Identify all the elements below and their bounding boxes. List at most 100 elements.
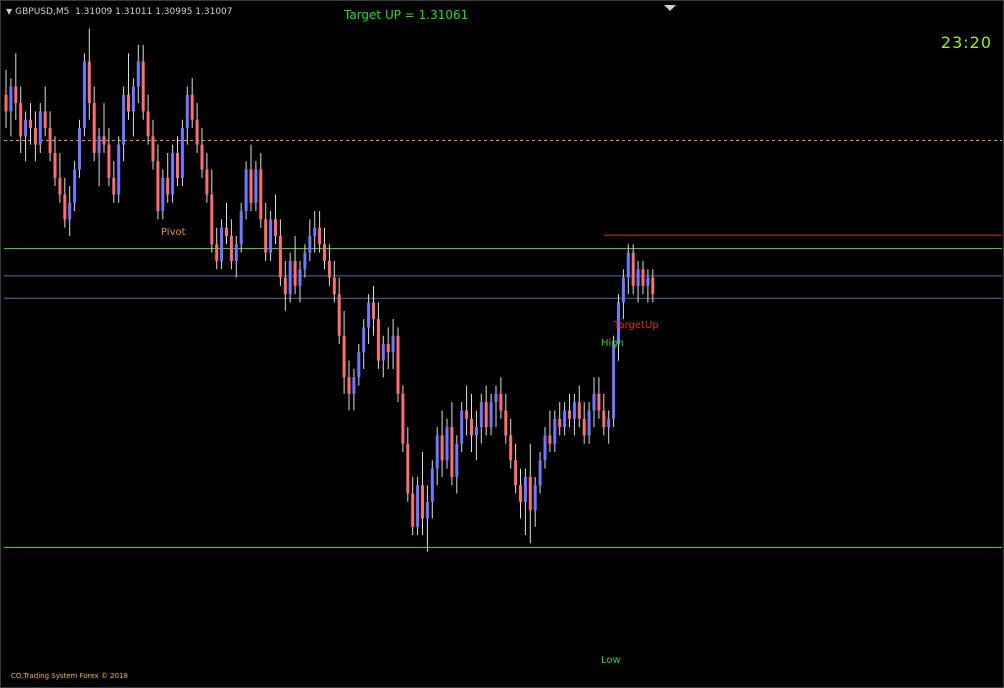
candle-body bbox=[151, 136, 155, 162]
candle-body bbox=[136, 61, 140, 87]
candle-body bbox=[156, 161, 160, 212]
candle-body bbox=[166, 177, 170, 195]
candle-body bbox=[283, 277, 287, 295]
candle-body bbox=[651, 277, 655, 295]
candle-body bbox=[440, 435, 444, 461]
candle-body bbox=[430, 468, 434, 502]
candle-body bbox=[78, 128, 81, 170]
candle-body bbox=[607, 418, 611, 428]
candle-body bbox=[63, 194, 67, 220]
candle-body bbox=[19, 103, 23, 137]
candle-body bbox=[509, 435, 513, 461]
candle-body bbox=[195, 119, 199, 145]
candle-body bbox=[416, 485, 420, 527]
chart-shift-marker-icon[interactable] bbox=[664, 5, 676, 11]
candle-body bbox=[337, 294, 341, 336]
candle-body bbox=[53, 152, 57, 178]
candle-body bbox=[112, 177, 116, 195]
candle-body bbox=[460, 410, 464, 444]
candle-body bbox=[4, 94, 8, 112]
candle-body bbox=[386, 344, 390, 353]
candle-body bbox=[376, 319, 380, 361]
candle-body bbox=[641, 269, 645, 286]
candle-body bbox=[396, 335, 400, 394]
candle-body bbox=[391, 335, 395, 353]
candle-body bbox=[342, 335, 346, 378]
symbol-header: ▼ GBPUSD,M5 1.31009 1.31011 1.30995 1.310… bbox=[6, 7, 233, 17]
candle-body bbox=[234, 244, 238, 261]
candle-body bbox=[533, 485, 537, 511]
candle-body bbox=[9, 86, 13, 112]
candle-body bbox=[479, 402, 483, 428]
candle-body bbox=[523, 476, 527, 502]
candle-body bbox=[612, 344, 616, 419]
ohlc-values: 1.31009 1.31011 1.30995 1.31007 bbox=[75, 7, 233, 17]
candle-body bbox=[425, 501, 429, 519]
candle-body bbox=[48, 128, 52, 153]
candle-body bbox=[494, 393, 498, 403]
candle-body bbox=[14, 86, 18, 104]
candle-body bbox=[558, 418, 562, 428]
pivot-label: Pivot bbox=[161, 227, 186, 238]
candle-body bbox=[210, 194, 214, 245]
dropdown-triangle-icon[interactable]: ▼ bbox=[6, 7, 12, 16]
candle-body bbox=[229, 236, 233, 261]
candle-body bbox=[239, 211, 243, 245]
candle-body bbox=[180, 128, 184, 178]
candle-body bbox=[362, 327, 366, 353]
candle-body bbox=[543, 435, 547, 461]
candle-body bbox=[631, 252, 635, 286]
candle-body bbox=[33, 128, 37, 145]
candle-body bbox=[445, 427, 449, 461]
target-up-label: TargetUp bbox=[614, 320, 659, 331]
candle-body bbox=[269, 219, 273, 253]
candle-body bbox=[122, 94, 126, 145]
candle-body bbox=[185, 94, 189, 128]
candle-body bbox=[411, 493, 415, 527]
candle-body bbox=[68, 202, 72, 220]
candle-body bbox=[602, 410, 606, 428]
candle-body bbox=[528, 476, 532, 511]
candle-body bbox=[484, 402, 488, 428]
candle-body bbox=[249, 169, 253, 203]
candle-body bbox=[97, 136, 101, 153]
candle-body bbox=[43, 111, 47, 128]
candle-body bbox=[367, 302, 371, 328]
candle-body bbox=[568, 410, 571, 419]
candle-body bbox=[102, 136, 106, 145]
chart-window[interactable]: ▼ GBPUSD,M5 1.31009 1.31011 1.30995 1.310… bbox=[0, 0, 1004, 688]
candle-body bbox=[636, 269, 640, 286]
candle-body bbox=[621, 277, 625, 303]
candle-body bbox=[455, 443, 459, 477]
candle-body bbox=[327, 260, 331, 278]
symbol-name: GBPUSD,M5 bbox=[15, 7, 70, 17]
candle-body bbox=[582, 418, 586, 436]
candle-body bbox=[381, 344, 385, 361]
candle-body bbox=[225, 227, 228, 236]
candle-body bbox=[577, 402, 581, 419]
candle-body bbox=[421, 485, 424, 519]
high-label: High bbox=[601, 338, 624, 349]
price-chart[interactable] bbox=[0, 0, 1004, 688]
candle-body bbox=[592, 393, 596, 411]
clock-readout: 23:20 bbox=[940, 33, 992, 52]
candle-body bbox=[626, 252, 630, 278]
candle-body bbox=[131, 86, 135, 112]
candle-body bbox=[190, 94, 194, 120]
candle-body bbox=[92, 103, 96, 153]
candle-body bbox=[58, 177, 62, 195]
candle-body bbox=[176, 152, 179, 178]
candle-body bbox=[141, 61, 145, 112]
candle-body bbox=[82, 61, 86, 128]
candle-body bbox=[548, 435, 552, 444]
candle-body bbox=[259, 169, 263, 220]
candle-body bbox=[244, 169, 248, 212]
candle-body bbox=[73, 169, 77, 203]
candle-body bbox=[171, 152, 175, 195]
candle-body bbox=[499, 393, 503, 411]
candle-body bbox=[435, 435, 439, 469]
candle-body bbox=[470, 418, 473, 436]
candle-body bbox=[215, 244, 219, 261]
candle-body bbox=[146, 111, 150, 137]
candle-body bbox=[489, 402, 493, 428]
